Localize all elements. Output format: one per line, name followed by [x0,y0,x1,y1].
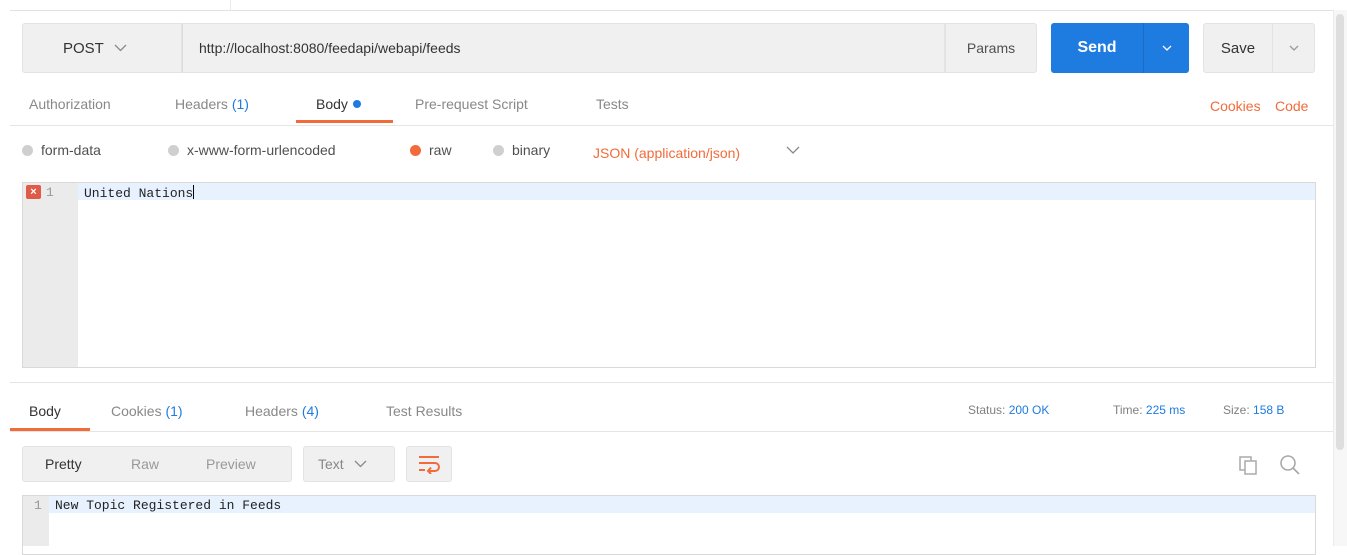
save-button[interactable]: Save [1203,23,1273,73]
time-value: 225 ms [1145,403,1186,417]
search-icon[interactable] [1279,454,1301,479]
response-code-line[interactable]: New Topic Registered in Feeds [55,498,281,513]
chevron-down-icon [114,41,127,55]
radio-label: x-www-form-urlencoded [187,142,336,158]
radio-icon [22,144,33,156]
radio-form-data[interactable]: form-data [22,142,101,158]
response-tab-body[interactable]: Body [29,403,61,419]
code-text: United Nations [84,186,194,201]
tab-label: Headers [175,96,228,112]
url-input[interactable]: http://localhost:8080/feedapi/webapi/fee… [182,23,945,73]
send-button[interactable]: Send [1051,23,1143,73]
chevron-down-icon [354,457,367,471]
top-tab-edge [10,0,231,10]
copy-icon[interactable] [1238,455,1258,478]
tab-label: Body [29,403,61,419]
tab-tests[interactable]: Tests [596,96,629,112]
status-label: Status: [968,403,1006,417]
chevron-down-icon [1289,45,1298,51]
params-label: Params [966,40,1016,56]
radio-selected-icon [410,144,421,156]
send-label: Send [1077,39,1117,56]
response-tab-test-results[interactable]: Test Results [386,403,462,419]
error-icon[interactable]: × [26,185,41,199]
wrap-lines-button[interactable] [406,446,452,482]
code-link[interactable]: Code [1275,98,1308,114]
chevron-down-icon[interactable] [786,144,800,158]
radio-binary[interactable]: binary [493,142,550,158]
tab-headers[interactable]: Headers (1) [175,96,249,112]
save-label: Save [1220,39,1256,57]
tabs-divider [10,125,1333,126]
section-divider [10,382,1333,383]
cookies-link[interactable]: Cookies [1210,98,1261,114]
tab-label: Cookies [111,403,162,419]
tab-label: Headers [245,403,298,419]
request-body-editor[interactable] [22,182,1316,368]
active-line-highlight [78,183,1315,200]
radio-label: form-data [41,142,101,158]
chevron-down-icon [1162,45,1171,51]
tab-count: (1) [165,403,183,419]
response-tab-cookies[interactable]: Cookies (1) [111,403,183,419]
pretty-button[interactable]: Pretty [45,456,82,472]
modified-dot-icon [352,100,361,108]
text-cursor [193,185,195,199]
radio-icon [168,144,179,156]
preview-button[interactable]: Preview [206,456,256,472]
tab-count: (1) [231,96,249,112]
method-select[interactable]: POST [22,23,182,73]
radio-icon [493,144,504,156]
size-label: Size: [1223,403,1250,417]
size-readout: Size: 158 B [1223,403,1284,417]
tab-body[interactable]: Body [316,96,361,112]
radio-label: binary [512,142,551,158]
tab-label: Body [316,96,348,112]
radio-raw[interactable]: raw [410,142,452,158]
params-button[interactable]: Params [945,23,1037,73]
tab-label: Authorization [29,96,111,112]
send-dropdown-button[interactable] [1143,23,1189,73]
status-value: 200 OK [1008,403,1050,417]
scrollbar-thumb[interactable] [1336,14,1344,450]
time-label: Time: [1113,403,1143,417]
wrap-icon [419,456,440,474]
save-dropdown-button[interactable] [1273,23,1315,73]
url-text: http://localhost:8080/feedapi/webapi/fee… [199,40,461,56]
content-type-select[interactable]: JSON (application/json) [593,145,740,161]
tab-pre-request-script[interactable]: Pre-request Script [415,96,528,112]
tab-label: Pre-request Script [415,96,528,112]
editor-gutter [23,183,78,367]
format-select[interactable]: Text [303,446,395,482]
time-readout: Time: 225 ms [1113,403,1185,417]
top-divider [10,10,1333,11]
tab-label: Test Results [386,403,463,419]
line-number: 1 [46,185,54,200]
raw-button[interactable]: Raw [131,456,159,472]
status-readout: Status: 200 OK [968,403,1049,417]
tab-count: (4) [301,403,319,419]
format-label: Text [318,456,344,472]
response-tab-headers[interactable]: Headers (4) [245,403,319,419]
active-tab-indicator [296,120,393,123]
tab-authorization[interactable]: Authorization [29,96,111,112]
size-value: 158 B [1253,403,1285,417]
line-number: 1 [34,498,42,513]
radio-x-www-form-urlencoded[interactable]: x-www-form-urlencoded [168,142,336,158]
radio-label: raw [429,142,452,158]
tab-label: Tests [596,96,629,112]
method-label: POST [63,39,104,57]
request-code-line[interactable]: United Nations [84,185,195,201]
response-tabs-divider [10,431,1333,432]
